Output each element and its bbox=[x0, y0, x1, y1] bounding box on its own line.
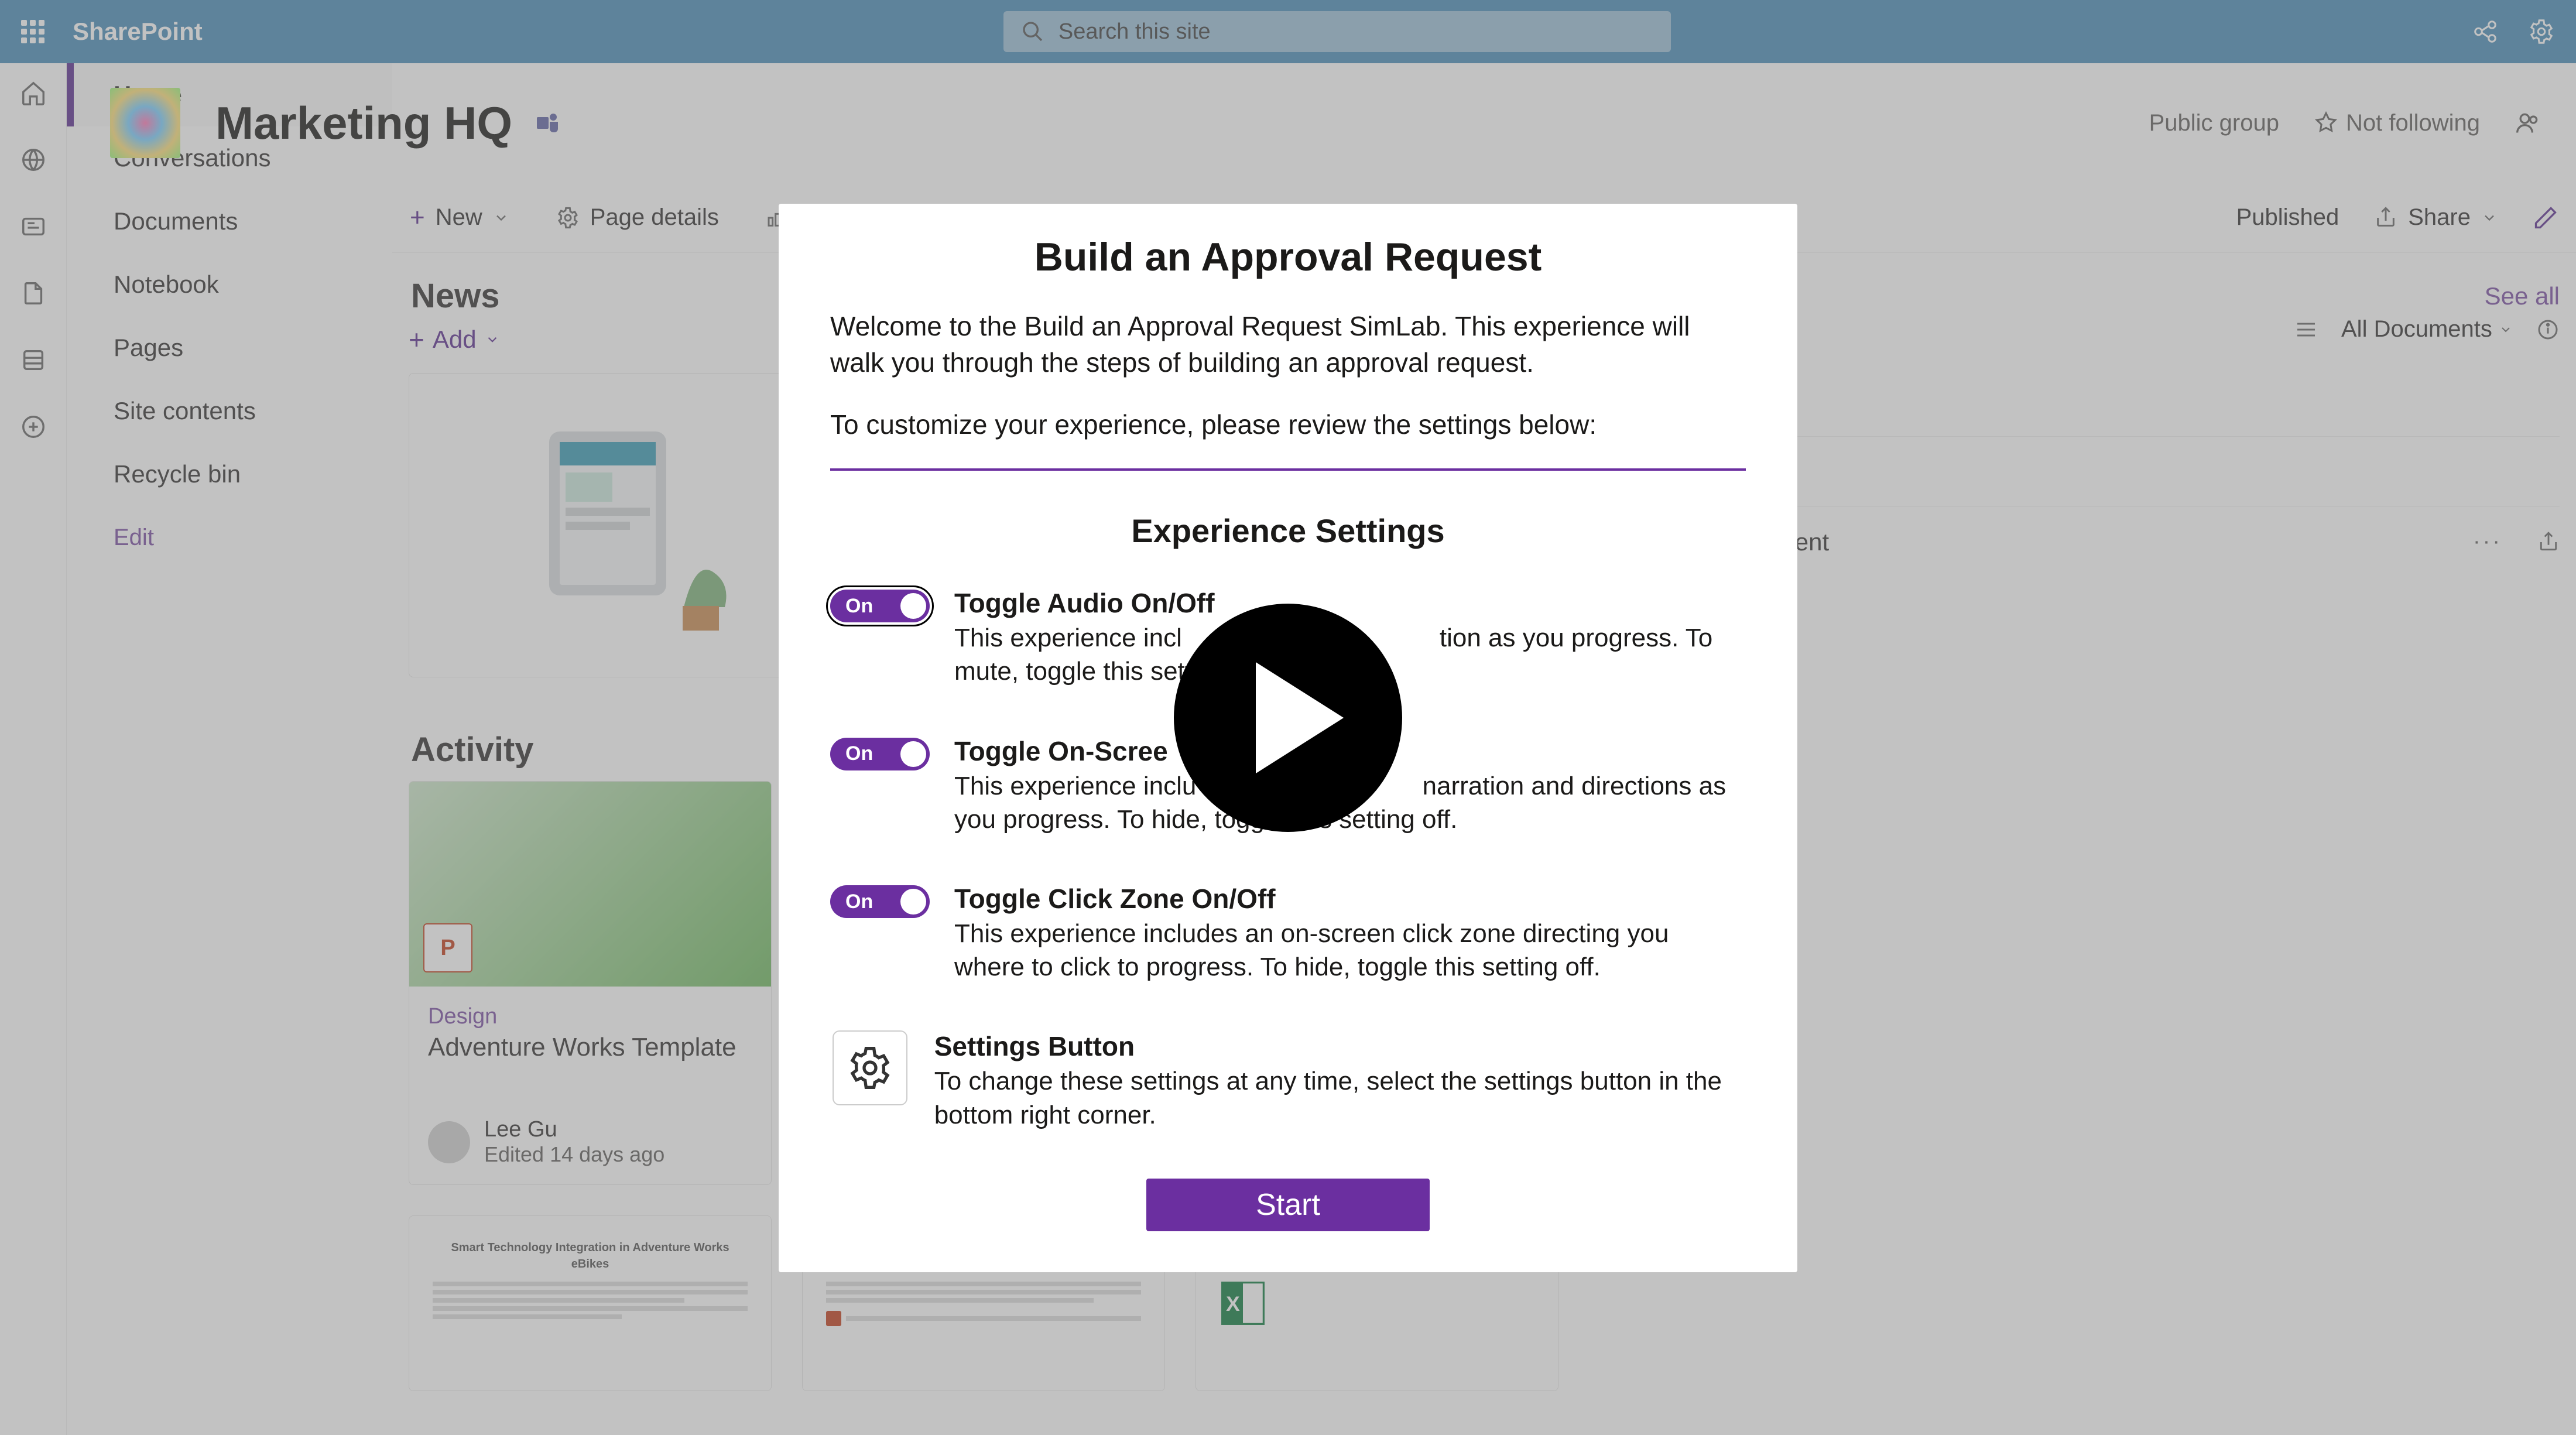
start-button[interactable]: Start bbox=[1146, 1179, 1430, 1231]
toggle-clickzone[interactable]: On bbox=[830, 885, 930, 918]
toggle-onscreen[interactable]: On bbox=[830, 738, 930, 770]
setting-title: Settings Button bbox=[934, 1030, 1746, 1062]
setting-clickzone: On Toggle Click Zone On/Off This experie… bbox=[830, 883, 1746, 984]
setting-settings-button: Settings Button To change these settings… bbox=[830, 1030, 1746, 1131]
dialog-intro: Welcome to the Build an Approval Request… bbox=[830, 308, 1746, 381]
divider bbox=[830, 468, 1746, 471]
dialog-intro-2: To customize your experience, please rev… bbox=[830, 406, 1746, 443]
play-button[interactable] bbox=[1174, 604, 1402, 832]
modal-overlay: Build an Approval Request Welcome to the… bbox=[0, 0, 2576, 1435]
play-icon bbox=[1256, 662, 1344, 773]
setting-title: Toggle Click Zone On/Off bbox=[954, 883, 1746, 915]
gear-icon bbox=[847, 1044, 893, 1091]
setting-title: Toggle Audio On/Off bbox=[954, 587, 1746, 619]
experience-settings-heading: Experience Settings bbox=[830, 512, 1746, 550]
settings-button-preview bbox=[833, 1030, 907, 1105]
dialog-title: Build an Approval Request bbox=[830, 234, 1746, 280]
setting-desc: This experience includes an on-screen cl… bbox=[954, 917, 1746, 984]
setting-desc: To change these settings at any time, se… bbox=[934, 1064, 1746, 1131]
toggle-audio[interactable]: On bbox=[830, 590, 930, 622]
